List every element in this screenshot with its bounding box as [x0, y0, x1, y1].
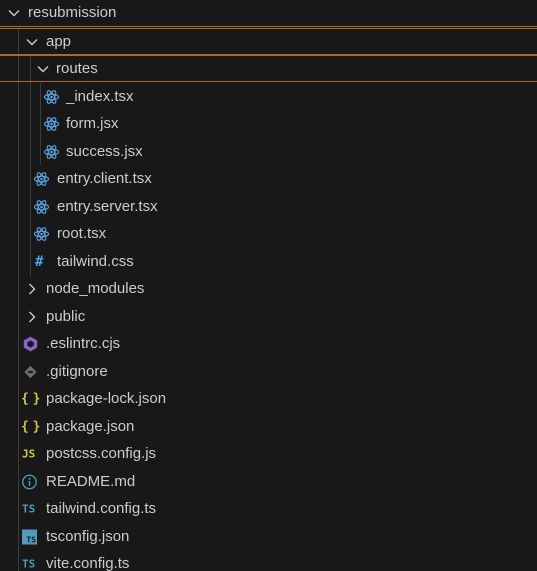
react-icon — [33, 193, 51, 220]
chevron-right-icon — [25, 303, 39, 330]
tree-file-label: package-lock.json — [46, 390, 167, 407]
tree-file-label: entry.client.tsx — [57, 170, 152, 187]
git-icon — [23, 358, 41, 385]
tree-file-entry-client[interactable]: entry.client.tsx — [0, 165, 537, 192]
tree-folder-app[interactable]: app — [0, 28, 537, 55]
json-braces-icon: { } — [21, 419, 41, 434]
tree-file-success[interactable]: success.jsx — [0, 138, 537, 165]
tree-file-index[interactable]: _index.tsx — [0, 83, 537, 110]
tree-file-package-lock[interactable]: { } package-lock.json — [0, 385, 537, 412]
react-icon — [33, 220, 51, 247]
tree-folder-label: routes — [56, 60, 98, 77]
tree-folder-public[interactable]: public — [0, 303, 537, 330]
tree-folder-label: app — [46, 33, 72, 50]
tree-file-label: tailwind.css — [57, 253, 134, 270]
tree-file-vite-config[interactable]: TS vite.config.ts — [0, 550, 537, 571]
tree-file-form[interactable]: form.jsx — [0, 110, 537, 137]
react-icon — [43, 83, 61, 110]
tree-file-label: entry.server.tsx — [57, 198, 158, 215]
tree-folder-routes[interactable]: routes — [0, 55, 537, 82]
chevron-down-icon — [7, 0, 21, 26]
tree-folder-label: resubmission — [28, 4, 117, 21]
tree-folder-label: node_modules — [46, 280, 145, 297]
tree-file-label: tailwind.config.ts — [46, 500, 157, 517]
tree-file-label: package.json — [46, 418, 135, 435]
tree-file-label: .gitignore — [46, 363, 108, 380]
tree-file-label: success.jsx — [66, 143, 143, 160]
tree-file-postcss-config[interactable]: JS postcss.config.js — [0, 440, 537, 467]
tsconfig-icon: TS — [22, 523, 40, 550]
tree-file-root[interactable]: root.tsx — [0, 220, 537, 247]
tree-file-tailwind-config[interactable]: TS tailwind.config.ts — [0, 495, 537, 522]
eslint-icon — [22, 330, 40, 357]
chevron-down-icon — [36, 56, 50, 81]
tree-file-eslintrc[interactable]: .eslintrc.cjs — [0, 330, 537, 357]
typescript-icon: TS — [22, 502, 36, 515]
tree-file-label: form.jsx — [66, 115, 119, 132]
tree-file-label: .eslintrc.cjs — [46, 335, 121, 352]
json-braces-icon: { } — [21, 391, 41, 406]
react-icon — [43, 138, 61, 165]
tree-file-entry-server[interactable]: entry.server.tsx — [0, 193, 537, 220]
css-hash-icon: # — [35, 253, 44, 270]
javascript-icon: JS — [22, 447, 36, 460]
tree-file-label: vite.config.ts — [46, 555, 130, 571]
chevron-right-icon — [25, 275, 39, 302]
tree-file-label: root.tsx — [57, 225, 107, 242]
info-icon — [21, 468, 39, 495]
react-icon — [33, 165, 51, 192]
tree-file-label: tsconfig.json — [46, 528, 130, 545]
tree-folder-node-modules[interactable]: node_modules — [0, 275, 537, 302]
react-icon — [43, 110, 61, 137]
chevron-down-icon — [25, 29, 39, 54]
tree-file-gitignore[interactable]: .gitignore — [0, 358, 537, 385]
tree-file-label: postcss.config.js — [46, 445, 157, 462]
file-explorer: resubmission app routes _index.tsx form.… — [0, 0, 537, 571]
tree-file-label: README.md — [46, 473, 136, 490]
tree-file-package-json[interactable]: { } package.json — [0, 413, 537, 440]
tree-file-tailwind-css[interactable]: # tailwind.css — [0, 248, 537, 275]
typescript-icon: TS — [22, 557, 36, 570]
tree-file-readme[interactable]: README.md — [0, 468, 537, 495]
tree-folder-resubmission[interactable]: resubmission — [0, 0, 537, 27]
tree-file-tsconfig[interactable]: TS tsconfig.json — [0, 523, 537, 550]
tree-file-label: _index.tsx — [66, 88, 134, 105]
tree-folder-label: public — [46, 308, 86, 325]
